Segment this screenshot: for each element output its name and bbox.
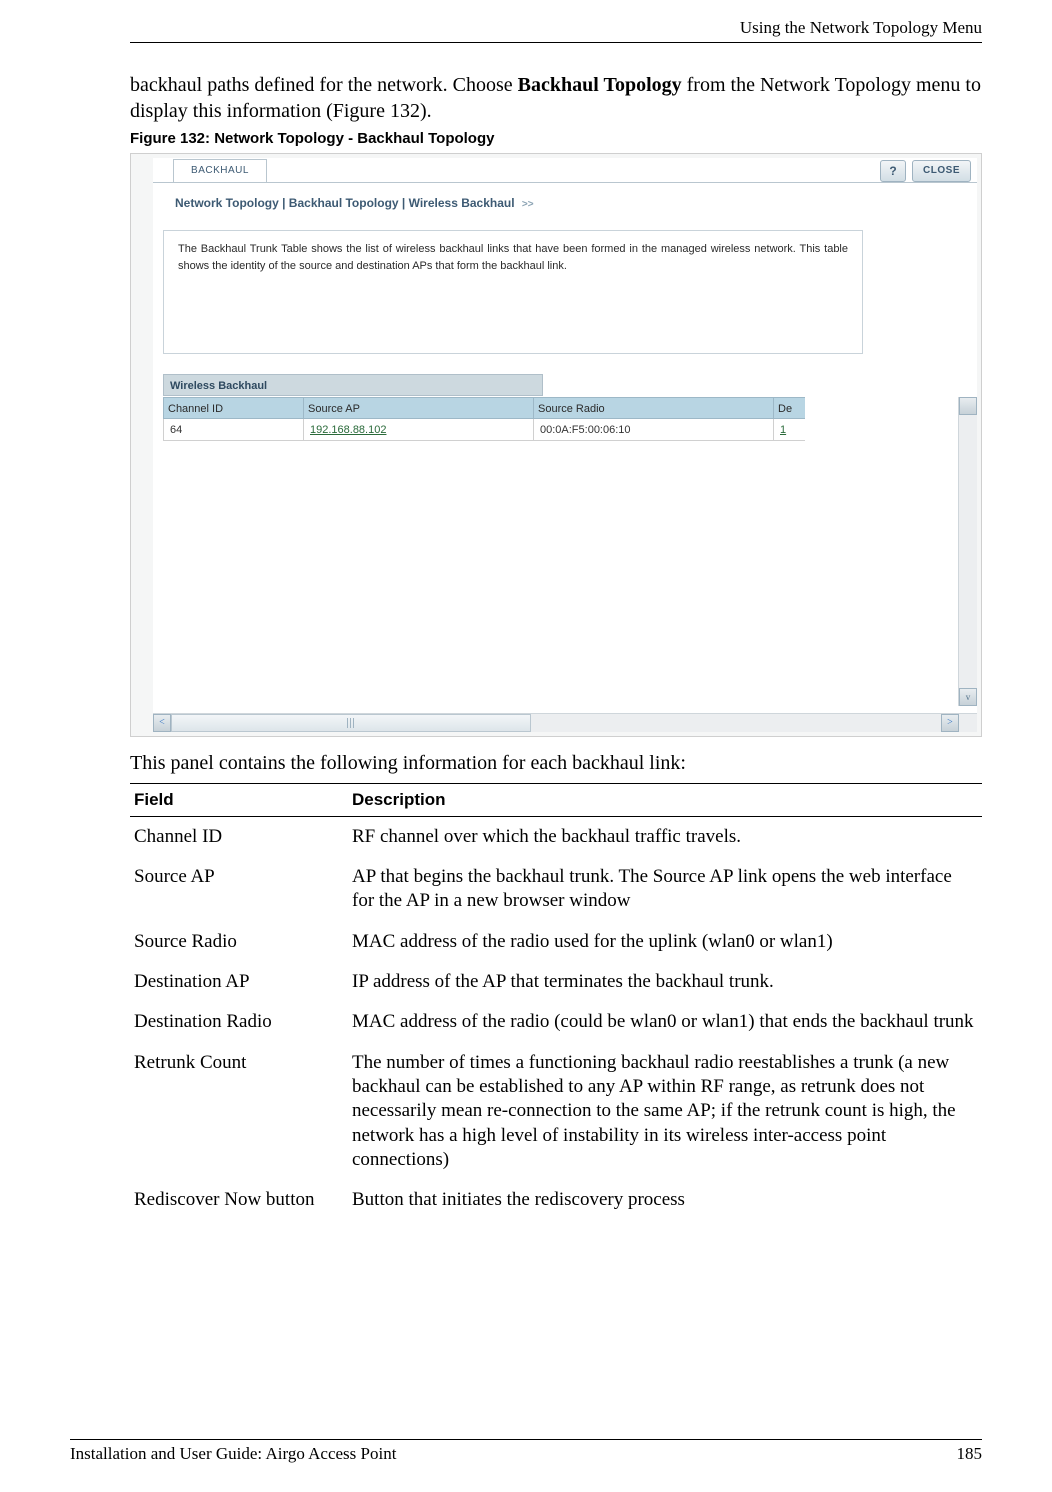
table-row: Channel IDRF channel over which the back…: [130, 816, 982, 857]
para1-bold: Backhaul Topology: [518, 74, 682, 96]
table-header-row: Channel ID Source AP Source Radio De: [163, 397, 977, 419]
breadcrumb-text: Network Topology | Backhaul Topology | W…: [175, 196, 515, 210]
field-name: Channel ID: [130, 816, 348, 857]
header-rule: [130, 42, 982, 43]
scroll-thumb[interactable]: [959, 397, 977, 415]
field-name: Retrunk Count: [130, 1043, 348, 1181]
footer-title: Installation and User Guide: Airgo Acces…: [70, 1444, 396, 1464]
screenshot-inner: BACKHAUL ? CLOSE Network Topology | Back…: [153, 158, 977, 732]
topbar-line: [153, 182, 977, 183]
cell-source-radio: 00:0A:F5:00:06:10: [533, 419, 773, 441]
cell-source-ap[interactable]: 192.168.88.102: [303, 419, 533, 441]
table-row: Destination APIP address of the AP that …: [130, 962, 982, 1002]
description-panel: The Backhaul Trunk Table shows the list …: [163, 230, 863, 354]
scroll-right-icon[interactable]: >: [941, 714, 959, 732]
table-row: 64 192.168.88.102 00:0A:F5:00:06:10 1: [163, 419, 977, 441]
table-row: Rediscover Now buttonButton that initiat…: [130, 1180, 982, 1220]
cell-destination[interactable]: 1: [773, 419, 805, 441]
running-header: Using the Network Topology Menu: [130, 18, 982, 42]
col-header-source-ap[interactable]: Source AP: [303, 397, 533, 419]
figure-screenshot: BACKHAUL ? CLOSE Network Topology | Back…: [130, 153, 982, 737]
field-desc: IP address of the AP that terminates the…: [348, 962, 982, 1002]
col-header-channel-id[interactable]: Channel ID: [163, 397, 303, 419]
field-desc: Button that initiates the rediscovery pr…: [348, 1180, 982, 1220]
page-number: 185: [957, 1444, 983, 1464]
help-button[interactable]: ?: [880, 160, 906, 182]
scroll-track[interactable]: [171, 714, 531, 732]
section-title-bar: Wireless Backhaul: [163, 374, 543, 396]
para1-a: backhaul paths defined for the network. …: [130, 74, 518, 96]
col-header-destination[interactable]: De: [773, 397, 805, 419]
field-name: Source Radio: [130, 922, 348, 962]
field-name: Destination Radio: [130, 1002, 348, 1042]
horizontal-scrollbar[interactable]: < >: [153, 713, 977, 732]
scroll-grip-icon: [347, 718, 355, 728]
field-desc: RF channel over which the backhaul traff…: [348, 816, 982, 857]
body-paragraph-2: This panel contains the following inform…: [130, 751, 982, 777]
page-footer: Installation and User Guide: Airgo Acces…: [70, 1439, 982, 1464]
footer-rule: [70, 1439, 982, 1440]
breadcrumb: Network Topology | Backhaul Topology | W…: [175, 196, 534, 210]
field-name: Rediscover Now button: [130, 1180, 348, 1220]
scroll-down-icon[interactable]: v: [959, 688, 977, 706]
th-description: Description: [348, 783, 982, 816]
th-field: Field: [130, 783, 348, 816]
vertical-scrollbar[interactable]: v: [958, 397, 977, 706]
field-description-table: Field Description Channel IDRF channel o…: [130, 783, 982, 1221]
scroll-left-icon[interactable]: <: [153, 714, 171, 732]
figure-caption: Figure 132: Network Topology - Backhaul …: [130, 130, 982, 147]
close-button[interactable]: CLOSE: [912, 160, 971, 182]
field-desc: The number of times a functioning backha…: [348, 1043, 982, 1181]
body-paragraph-1: backhaul paths defined for the network. …: [130, 73, 982, 124]
field-desc: MAC address of the radio (could be wlan0…: [348, 1002, 982, 1042]
field-desc: AP that begins the backhaul trunk. The S…: [348, 857, 982, 922]
table-row: Source APAP that begins the backhaul tru…: [130, 857, 982, 922]
cell-channel-id: 64: [163, 419, 303, 441]
field-name: Destination AP: [130, 962, 348, 1002]
destination-link[interactable]: 1: [780, 424, 786, 436]
field-name: Source AP: [130, 857, 348, 922]
screenshot-topbar: BACKHAUL ? CLOSE: [153, 158, 977, 184]
col-header-source-radio[interactable]: Source Radio: [533, 397, 773, 419]
chevron-right-icon: >>: [522, 199, 534, 210]
field-desc: MAC address of the radio used for the up…: [348, 922, 982, 962]
tab-backhaul[interactable]: BACKHAUL: [173, 159, 267, 182]
table-row: Destination RadioMAC address of the radi…: [130, 1002, 982, 1042]
source-ap-link[interactable]: 192.168.88.102: [310, 424, 386, 436]
table-row: Retrunk CountThe number of times a funct…: [130, 1043, 982, 1181]
table-row: Source RadioMAC address of the radio use…: [130, 922, 982, 962]
